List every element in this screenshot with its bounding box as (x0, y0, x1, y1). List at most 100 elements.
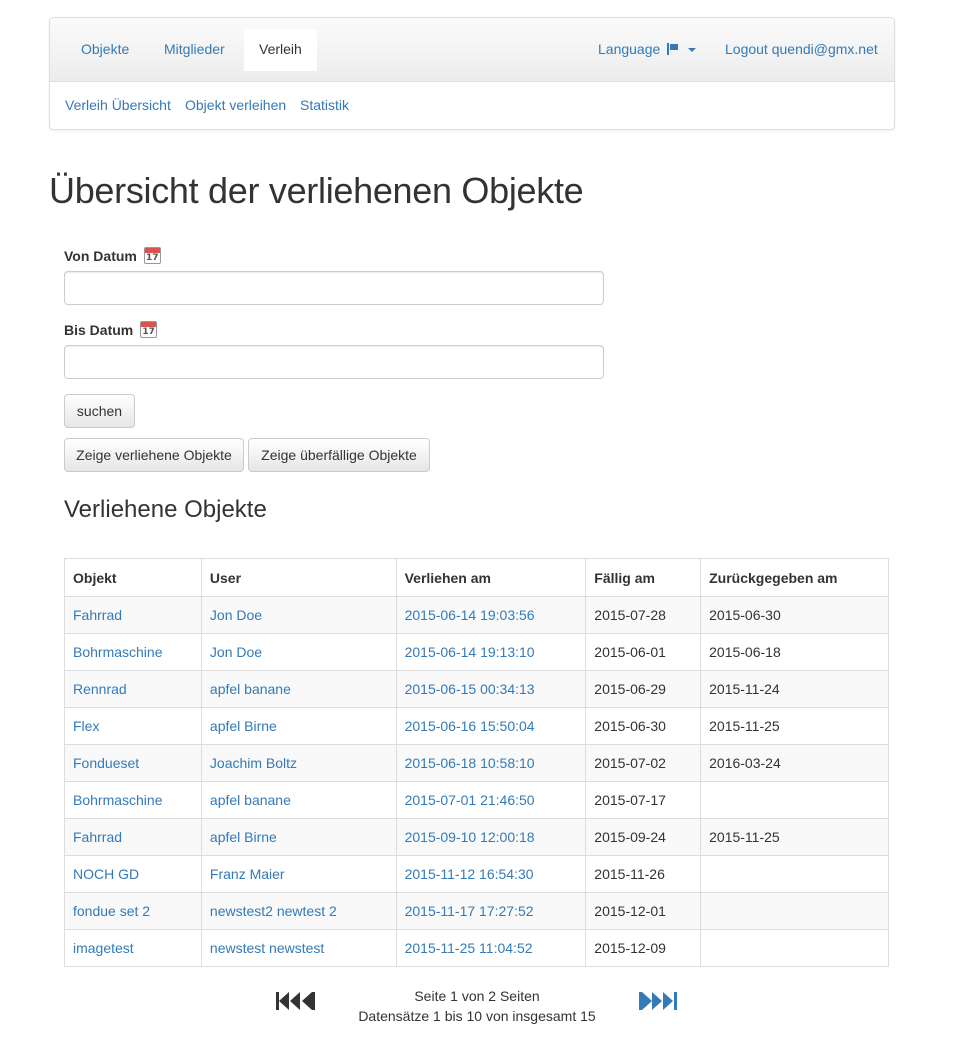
table-row: Fahrrad apfel Birne 2015-09-10 12:00:18 … (64, 818, 889, 856)
object-link[interactable]: Bohrmaschine (73, 644, 163, 660)
section-title: Verliehene Objekte (64, 496, 267, 523)
page-title: Übersicht der verliehenen Objekte (49, 170, 584, 211)
lent-date-link[interactable]: 2015-06-15 00:34:13 (405, 681, 535, 697)
language-dropdown[interactable]: Language (598, 29, 697, 70)
due-date: 2015-06-29 (585, 670, 702, 708)
user-link[interactable]: Jon Doe (210, 644, 262, 660)
returned-date (700, 855, 889, 893)
tab-verleih[interactable]: Verleih (244, 29, 317, 71)
table-row: Bohrmaschine Jon Doe 2015-06-14 19:13:10… (64, 633, 889, 671)
main-navbar: Objekte Mitglieder Verleih Language Logo… (49, 17, 895, 130)
table-row: Bohrmaschine apfel banane 2015-07-01 21:… (64, 781, 889, 819)
due-date: 2015-06-01 (585, 633, 702, 671)
table-header-row: Objekt User Verliehen am Fällig am Zurüc… (64, 558, 889, 597)
language-label: Language (598, 41, 661, 57)
user-link[interactable]: apfel banane (210, 792, 291, 808)
lent-date-link[interactable]: 2015-06-14 19:13:10 (405, 644, 535, 660)
tab-mitglieder[interactable]: Mitglieder (149, 29, 240, 70)
user-link[interactable]: Joachim Boltz (210, 755, 297, 771)
navbar-top: Objekte Mitglieder Verleih Language Logo… (50, 18, 894, 82)
due-date: 2015-06-30 (585, 707, 702, 745)
record-info: Datensätze 1 bis 10 von insgesamt 15 (358, 1008, 596, 1024)
calendar-icon: 17 (143, 247, 161, 264)
due-date: 2015-07-02 (585, 744, 702, 782)
from-date-label-text: Von Datum (64, 248, 137, 264)
due-date: 2015-07-17 (585, 781, 702, 819)
calendar-icon: 17 (140, 321, 158, 338)
object-link[interactable]: Bohrmaschine (73, 792, 163, 808)
user-link[interactable]: newstest2 newtest 2 (210, 903, 337, 919)
table-row: Rennrad apfel banane 2015-06-15 00:34:13… (64, 670, 889, 708)
lent-date-link[interactable]: 2015-06-14 19:03:56 (405, 607, 535, 623)
to-date-input[interactable] (64, 345, 604, 379)
returned-date: 2015-06-18 (700, 633, 889, 671)
logout-link[interactable]: Logout quendi@gmx.net (725, 29, 878, 70)
last-page-icon[interactable] (652, 991, 678, 1011)
returned-date (700, 929, 889, 967)
object-link[interactable]: Flex (73, 718, 99, 734)
returned-date: 2016-03-24 (700, 744, 889, 782)
table-row: Fahrrad Jon Doe 2015-06-14 19:03:56 2015… (64, 596, 889, 634)
lent-date-link[interactable]: 2015-07-01 21:46:50 (405, 792, 535, 808)
user-link[interactable]: Franz Maier (210, 866, 285, 882)
table-row: NOCH GD Franz Maier 2015-11-12 16:54:30 … (64, 855, 889, 893)
column-header-zurueckgegeben-am[interactable]: Zurückgegeben am (700, 558, 889, 597)
from-date-label: Von Datum 17 (64, 247, 161, 264)
next-page-icon[interactable] (639, 991, 653, 1011)
column-header-faellig-am[interactable]: Fällig am (585, 558, 702, 597)
due-date: 2015-12-09 (585, 929, 702, 967)
lent-date-link[interactable]: 2015-06-18 10:58:10 (405, 755, 535, 771)
lent-date-link[interactable]: 2015-09-10 12:00:18 (405, 829, 535, 845)
object-link[interactable]: Fahrrad (73, 607, 122, 623)
lent-date-link[interactable]: 2015-11-12 16:54:30 (405, 866, 534, 882)
lent-date-link[interactable]: 2015-11-17 17:27:52 (405, 903, 534, 919)
subnav-objekt-verleihen[interactable]: Objekt verleihen (185, 97, 286, 113)
user-link[interactable]: newstest newstest (210, 940, 324, 956)
column-header-user[interactable]: User (200, 558, 397, 597)
user-link[interactable]: Jon Doe (210, 607, 262, 623)
lent-date-link[interactable]: 2015-06-16 15:50:04 (405, 718, 535, 734)
show-overdue-objects-button[interactable]: Zeige überfällige Objekte (248, 438, 430, 472)
flag-icon (667, 43, 679, 55)
lent-objects-table: Objekt User Verliehen am Fällig am Zurüc… (64, 558, 889, 967)
due-date: 2015-09-24 (585, 818, 702, 856)
returned-date (700, 892, 889, 930)
returned-date: 2015-06-30 (700, 596, 889, 634)
table-body: Fahrrad Jon Doe 2015-06-14 19:03:56 2015… (64, 596, 889, 967)
user-link[interactable]: apfel Birne (210, 718, 277, 734)
returned-date: 2015-11-25 (700, 818, 889, 856)
object-link[interactable]: Fondueset (73, 755, 139, 771)
user-link[interactable]: apfel banane (210, 681, 291, 697)
object-link[interactable]: imagetest (73, 940, 134, 956)
due-date: 2015-12-01 (585, 892, 702, 930)
column-header-verliehen-am[interactable]: Verliehen am (395, 558, 587, 597)
lent-date-link[interactable]: 2015-11-25 11:04:52 (405, 940, 533, 956)
object-link[interactable]: NOCH GD (73, 866, 139, 882)
due-date: 2015-07-28 (585, 596, 702, 634)
subnav-verleih-uebersicht[interactable]: Verleih Übersicht (65, 97, 171, 113)
object-link[interactable]: Fahrrad (73, 829, 122, 845)
chevron-down-icon (688, 48, 697, 53)
table-row: Flex apfel Birne 2015-06-16 15:50:04 201… (64, 707, 889, 745)
previous-page-icon[interactable] (301, 991, 315, 1011)
due-date: 2015-11-26 (585, 855, 702, 893)
show-lent-objects-button[interactable]: Zeige verliehene Objekte (64, 438, 244, 472)
table-row: imagetest newstest newstest 2015-11-25 1… (64, 929, 889, 967)
object-link[interactable]: fondue set 2 (73, 903, 150, 919)
sub-navigation: Verleih Übersicht Objekt verleihen Stati… (50, 81, 894, 131)
table-row: Fondueset Joachim Boltz 2015-06-18 10:58… (64, 744, 889, 782)
table-row: fondue set 2 newstest2 newtest 2 2015-11… (64, 892, 889, 930)
returned-date: 2015-11-24 (700, 670, 889, 708)
column-header-objekt[interactable]: Objekt (64, 558, 202, 597)
object-link[interactable]: Rennrad (73, 681, 127, 697)
search-button[interactable]: suchen (64, 394, 135, 428)
to-date-label: Bis Datum 17 (64, 321, 158, 338)
from-date-input[interactable] (64, 271, 604, 305)
returned-date: 2015-11-25 (700, 707, 889, 745)
user-link[interactable]: apfel Birne (210, 829, 277, 845)
to-date-label-text: Bis Datum (64, 322, 134, 338)
returned-date (700, 781, 889, 819)
page-info: Seite 1 von 2 Seiten (414, 988, 540, 1004)
tab-objekte[interactable]: Objekte (66, 29, 144, 70)
subnav-statistik[interactable]: Statistik (300, 97, 349, 113)
